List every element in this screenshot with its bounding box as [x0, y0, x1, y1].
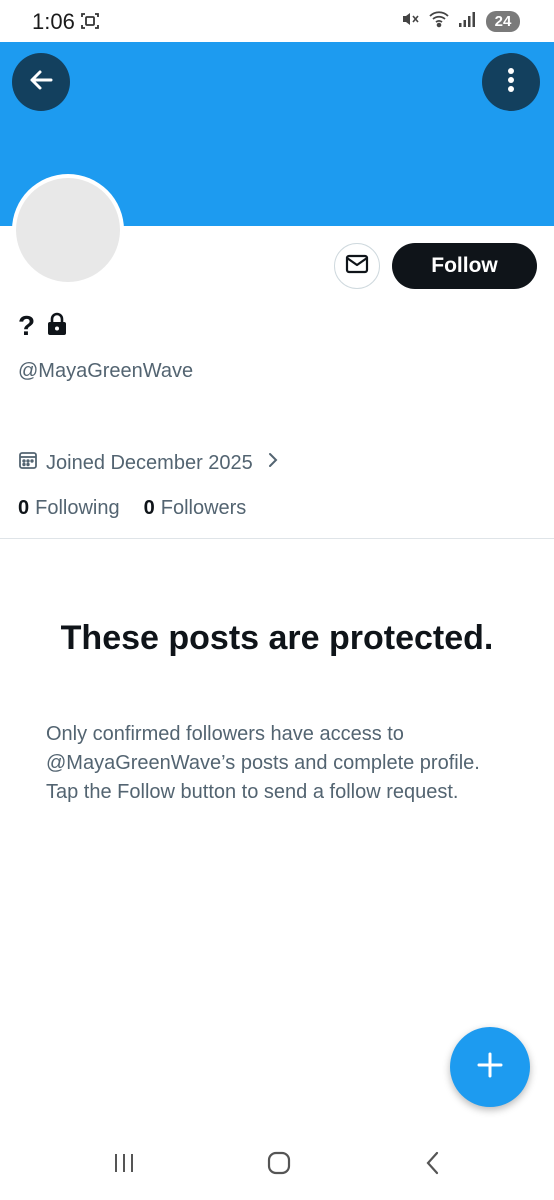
- compose-button[interactable]: [450, 1027, 530, 1107]
- joined-date: Joined December 2025: [46, 451, 253, 474]
- follow-stats: 0 Following 0 Followers: [18, 494, 246, 522]
- divider: [0, 538, 554, 539]
- plus-icon: [476, 1051, 504, 1084]
- recent-apps-button[interactable]: [110, 1150, 138, 1180]
- battery-icon: 24: [486, 10, 520, 32]
- chevron-right-icon: [267, 451, 279, 475]
- avatar[interactable]: [12, 174, 124, 286]
- avatar-image: [16, 178, 120, 282]
- mute-icon: [400, 9, 420, 34]
- home-icon: [266, 1150, 292, 1181]
- wifi-icon: [428, 9, 450, 34]
- profile-handle: @MayaGreenWave: [18, 360, 194, 382]
- system-nav-bar: [0, 1130, 554, 1200]
- back-button[interactable]: [12, 53, 70, 111]
- calendar-icon: [18, 450, 38, 476]
- protected-description: Only confirmed followers have access to …: [46, 723, 480, 803]
- status-bar: 1:06 24: [0, 0, 554, 42]
- follow-button[interactable]: Follow: [392, 243, 537, 289]
- recent-apps-icon: [112, 1151, 136, 1180]
- display-name-row: ?: [18, 310, 67, 342]
- following-link[interactable]: 0 Following: [18, 497, 120, 520]
- following-count: 0: [18, 496, 30, 519]
- status-time: 1:06: [32, 9, 75, 34]
- following-label: Following: [35, 496, 120, 519]
- back-nav-button[interactable]: [420, 1150, 446, 1180]
- profile-screen: 1:06 24 Follow ? @MayaGreenWave Joined D…: [0, 0, 554, 1200]
- signal-icon: [458, 10, 478, 33]
- more-vertical-icon: [507, 66, 515, 99]
- lock-icon: [47, 312, 67, 341]
- followers-link[interactable]: 0 Followers: [144, 497, 247, 520]
- screenshot-icon: [80, 11, 100, 31]
- mail-icon: [345, 254, 369, 279]
- home-button[interactable]: [264, 1150, 294, 1180]
- joined-row[interactable]: Joined December 2025: [18, 450, 279, 476]
- followers-label: Followers: [160, 496, 247, 519]
- message-button[interactable]: [334, 243, 380, 289]
- protected-title: These posts are protected.: [60, 619, 494, 657]
- status-icons: 24: [400, 10, 520, 32]
- display-name: ?: [18, 310, 36, 341]
- followers-count: 0: [143, 496, 155, 519]
- chevron-left-icon: [423, 1150, 443, 1181]
- arrow-left-icon: [27, 66, 55, 99]
- more-options-button[interactable]: [482, 53, 540, 111]
